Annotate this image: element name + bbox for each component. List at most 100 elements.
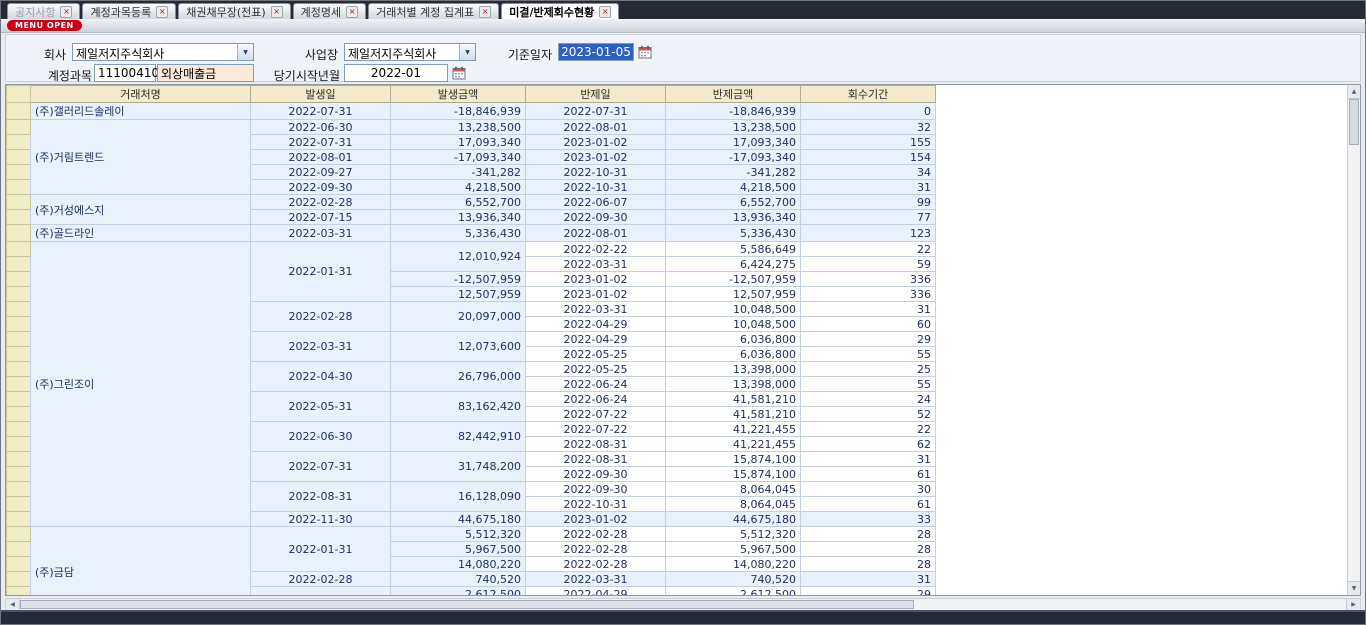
- settle-amount-cell: 41,581,210: [666, 392, 801, 407]
- settle-date-cell: 2023-01-02: [526, 150, 666, 165]
- company-select[interactable]: 제일저지주식회사 ▼: [72, 43, 254, 61]
- settle-date-cell: 2022-03-31: [526, 302, 666, 317]
- base-date-value: 2023-01-05: [561, 45, 631, 59]
- table-row: (주)금담2022-01-315,512,3202022-02-285,512,…: [7, 527, 936, 542]
- row-selector[interactable]: [7, 135, 31, 150]
- scroll-up-icon[interactable]: ▲: [1348, 85, 1360, 99]
- collection-days-cell: 33: [801, 512, 936, 527]
- row-selector[interactable]: [7, 317, 31, 332]
- occur-amount-cell: -12,507,959: [391, 272, 526, 287]
- row-selector[interactable]: [7, 287, 31, 302]
- table-row: (주)거림트렌드2022-06-3013,238,5002022-08-0113…: [7, 120, 936, 135]
- tab-6[interactable]: 미결/반제회수현황×: [501, 3, 619, 19]
- collection-days-cell: 0: [801, 103, 936, 120]
- row-selector[interactable]: [7, 587, 31, 597]
- account-code-input[interactable]: 11100410: [94, 64, 156, 82]
- settle-date-cell: 2023-01-02: [526, 512, 666, 527]
- collection-days-cell: 60: [801, 317, 936, 332]
- row-selector[interactable]: [7, 557, 31, 572]
- vendor-cell: (주)그린조이: [31, 242, 251, 527]
- row-selector[interactable]: [7, 572, 31, 587]
- settle-amount-cell: 14,080,220: [666, 557, 801, 572]
- tab-2[interactable]: 계정과목등록×: [82, 3, 176, 19]
- row-selector[interactable]: [7, 257, 31, 272]
- settle-amount-cell: 740,520: [666, 572, 801, 587]
- tab-close-icon[interactable]: ×: [479, 6, 491, 18]
- scroll-down-icon[interactable]: ▼: [1348, 581, 1360, 595]
- tab-3[interactable]: 채권채무장(전표)×: [178, 3, 290, 19]
- row-selector[interactable]: [7, 437, 31, 452]
- occur-date-cell: 2022-07-31: [251, 452, 391, 482]
- collection-days-cell: 22: [801, 422, 936, 437]
- row-selector[interactable]: [7, 512, 31, 527]
- tab-label: 계정명세: [301, 4, 341, 20]
- row-selector[interactable]: [7, 467, 31, 482]
- row-selector[interactable]: [7, 422, 31, 437]
- scroll-right-icon[interactable]: ▶: [1346, 599, 1360, 610]
- row-selector[interactable]: [7, 332, 31, 347]
- row-selector[interactable]: [7, 165, 31, 180]
- row-selector[interactable]: [7, 482, 31, 497]
- collection-days-cell: 28: [801, 542, 936, 557]
- status-bar: [1, 610, 1365, 624]
- row-selector[interactable]: [7, 527, 31, 542]
- occur-amount-cell: 26,796,000: [391, 362, 526, 392]
- row-selector[interactable]: [7, 452, 31, 467]
- tab-close-icon[interactable]: ×: [156, 6, 168, 18]
- tab-close-icon[interactable]: ×: [346, 6, 358, 18]
- tab-close-icon[interactable]: ×: [60, 6, 72, 18]
- row-selector[interactable]: [7, 347, 31, 362]
- row-selector[interactable]: [7, 497, 31, 512]
- settle-date-cell: 2022-06-24: [526, 377, 666, 392]
- row-selector[interactable]: [7, 180, 31, 195]
- row-selector[interactable]: [7, 302, 31, 317]
- row-selector[interactable]: [7, 150, 31, 165]
- row-selector[interactable]: [7, 103, 31, 120]
- occur-amount-cell: 13,238,500: [391, 120, 526, 135]
- row-selector[interactable]: [7, 225, 31, 242]
- settle-amount-cell: 41,581,210: [666, 407, 801, 422]
- settle-amount-cell: 13,936,340: [666, 210, 801, 225]
- scroll-left-icon[interactable]: ◀: [6, 599, 20, 610]
- row-selector[interactable]: [7, 272, 31, 287]
- row-selector[interactable]: [7, 210, 31, 225]
- settle-amount-cell: 8,064,045: [666, 482, 801, 497]
- base-date-input[interactable]: 2023-01-05: [558, 43, 634, 61]
- occur-amount-cell: 12,507,959: [391, 287, 526, 302]
- occur-amount-cell: 16,128,090: [391, 482, 526, 512]
- tab-close-icon[interactable]: ×: [599, 6, 611, 18]
- collection-days-cell: 55: [801, 377, 936, 392]
- occur-date-cell: 2022-02-28: [251, 302, 391, 332]
- settle-date-cell: 2023-01-02: [526, 272, 666, 287]
- collection-days-cell: 61: [801, 467, 936, 482]
- tab-1[interactable]: 공지사항×: [7, 3, 80, 19]
- account-label: 계정과목: [26, 67, 92, 84]
- row-selector[interactable]: [7, 377, 31, 392]
- tab-5[interactable]: 거래처별 계정 집계표 ×: [368, 3, 499, 19]
- tab-4[interactable]: 계정명세 ×: [293, 3, 366, 19]
- row-selector[interactable]: [7, 392, 31, 407]
- tab-close-icon[interactable]: ×: [271, 6, 283, 18]
- tab-label: 거래처별 계정 집계표: [376, 4, 474, 20]
- horizontal-scroll-thumb[interactable]: [20, 600, 914, 609]
- row-selector[interactable]: [7, 362, 31, 377]
- row-selector[interactable]: [7, 195, 31, 210]
- row-selector[interactable]: [7, 120, 31, 135]
- occur-amount-cell: 31,748,200: [391, 452, 526, 482]
- account-name-field[interactable]: 외상매출금: [157, 64, 254, 82]
- occur-amount-cell: 5,967,500: [391, 542, 526, 557]
- menu-open-button[interactable]: MENU OPEN: [7, 20, 82, 31]
- vertical-scrollbar[interactable]: ▲ ▼: [1347, 85, 1360, 595]
- calendar-icon[interactable]: [637, 44, 653, 60]
- row-selector[interactable]: [7, 242, 31, 257]
- table-row: (주)거성에스지2022-02-286,552,7002022-06-076,5…: [7, 195, 936, 210]
- vertical-scroll-thumb[interactable]: [1349, 99, 1359, 145]
- settle-amount-cell: 6,552,700: [666, 195, 801, 210]
- collection-days-cell: 336: [801, 272, 936, 287]
- collection-days-cell: 31: [801, 452, 936, 467]
- calendar-icon[interactable]: [451, 65, 467, 81]
- row-selector[interactable]: [7, 407, 31, 422]
- occur-amount-cell: 4,218,500: [391, 180, 526, 195]
- row-selector[interactable]: [7, 542, 31, 557]
- period-start-input[interactable]: 2022-01: [344, 64, 448, 82]
